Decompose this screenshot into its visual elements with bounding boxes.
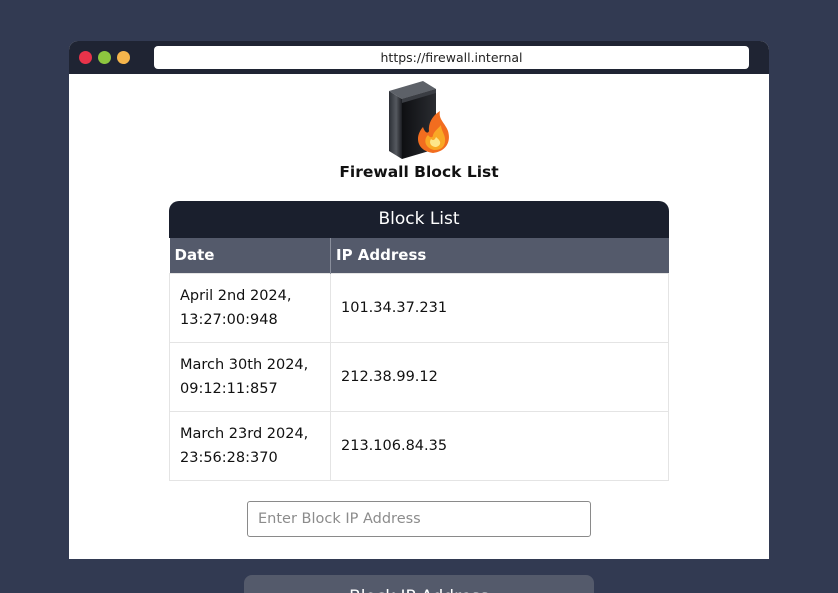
date-cell: March 23rd 2024, 23:56:28:370 [169,410,331,481]
ip-address-cell: 212.38.99.12 [330,341,669,412]
close-window-dot[interactable] [79,51,92,64]
url-bar[interactable]: https://firewall.internal [154,46,749,69]
table-row[interactable]: March 23rd 2024, 23:56:28:370 213.106.84… [169,410,669,481]
table-row[interactable]: April 2nd 2024, 13:27:00:948 101.34.37.2… [169,272,669,343]
ip-address-cell: 213.106.84.35 [330,410,669,481]
time-text: 13:27:00:948 [180,311,278,328]
ip-address-cell: 101.34.37.231 [330,272,669,343]
column-header-date[interactable]: Date [169,238,331,273]
block-list-header: Block List [169,201,669,238]
date-cell: April 2nd 2024, 13:27:00:948 [169,272,331,343]
browser-titlebar: https://firewall.internal [69,41,769,74]
block-list-panel: Block List Date IP Address April 2nd 202… [169,201,669,481]
block-ip-input[interactable] [247,501,591,537]
date-text: March 30th 2024, [180,356,309,373]
table-row[interactable]: March 30th 2024, 09:12:11:857 212.38.99.… [169,341,669,412]
browser-window: https://firewall.internal Firewall Block… [69,41,769,559]
app-title: Firewall Block List [339,163,499,181]
time-text: 23:56:28:370 [180,449,278,466]
block-list-table: Date IP Address April 2nd 2024, 13:27:00… [169,238,669,481]
block-ip-button[interactable]: Block IP Address [244,575,594,593]
maximize-window-dot[interactable] [117,51,130,64]
table-header-row: Date IP Address [169,238,669,273]
date-text: April 2nd 2024, [180,287,292,304]
date-text: March 23rd 2024, [180,425,309,442]
date-cell: March 30th 2024, 09:12:11:857 [169,341,331,412]
column-header-ip-address[interactable]: IP Address [330,238,669,273]
time-text: 09:12:11:857 [180,380,278,397]
minimize-window-dot[interactable] [98,51,111,64]
firewall-server-flame-icon [389,81,449,159]
